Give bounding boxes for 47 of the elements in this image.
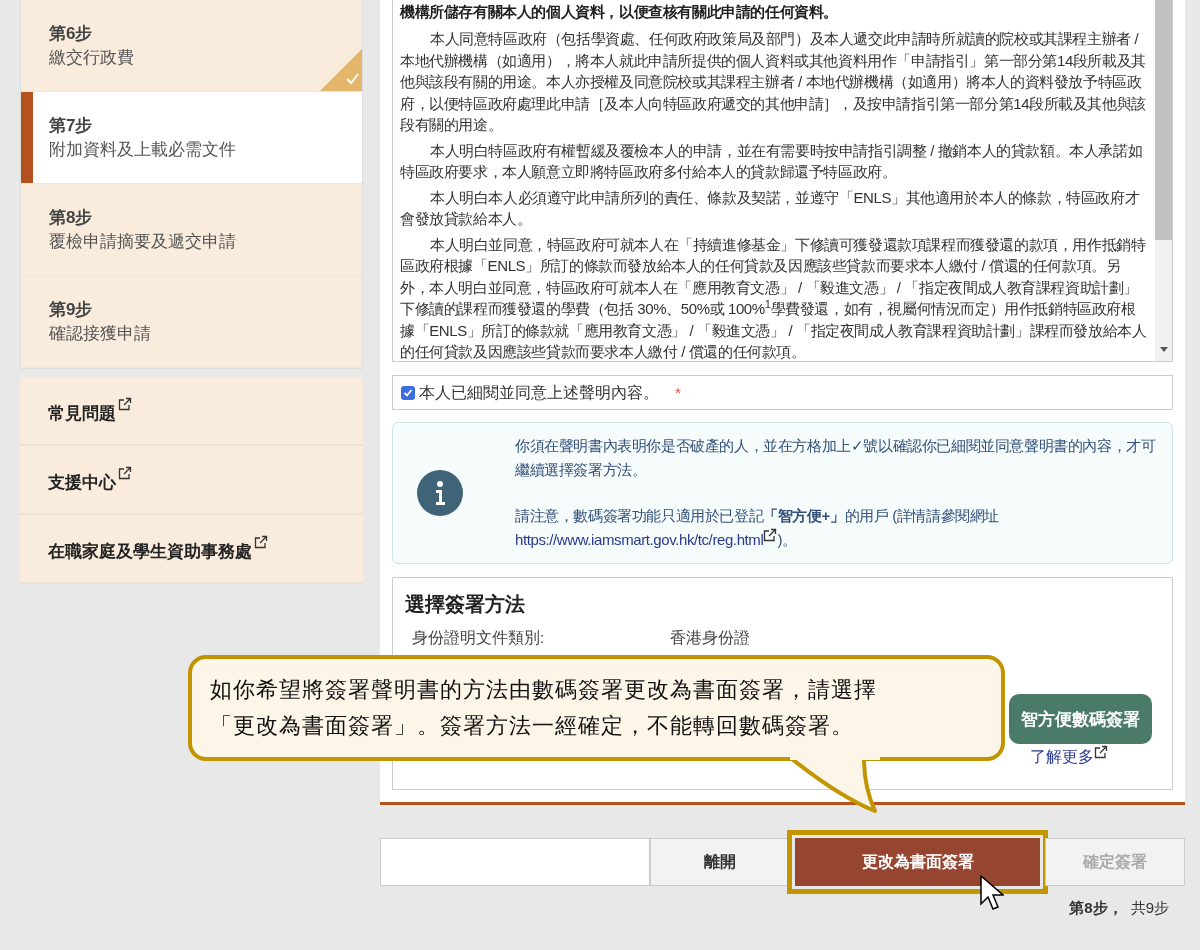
step-item[interactable]: 第7步 附加資料及上載必需文件 (21, 92, 362, 184)
signing-title: 選擇簽署方法 (405, 592, 526, 617)
cursor-icon (980, 875, 1004, 911)
sidebar-link[interactable]: 常見問題 (20, 377, 363, 446)
required-mark: * (675, 382, 682, 403)
declaration-paragraph: 本人明白並同意，特區政府可就本人在「持續進修基金」下修讀可獲發還款項課程而獲發還的款項，用作抵銷特區政府根據「ENLS」所訂的條款而發放給本人的任何貸款及因應該些貸款而要求本人繳付 / 償還的任何款項。另外，本人明白並同意，特區政府可就本人在「應用教育文憑」 / 「毅進文憑」 / 「指定夜間成人教育課程資助計劃」下修讀的課程而獲發還的學費（包括 30%、50%或 100%$^{1}$學費發還，如有，視屬何情況而定）用作抵銷特區政府根據「ENLS」所訂的條款就「應用教育文憑」 / 「毅進文憑」 / 「指定夜間成人教育課程資助計劃」課程而發放給本人的任何貸款及因應該些貸款而要求本人繳付 / 償還的任何款項。 (400, 234, 1147, 361)
declaration-heading: 機構所儲存有關本人的個人資料，以便查核有關此申請的任何資料。 (400, 2, 839, 22)
external-link-icon (118, 397, 132, 411)
external-link-icon (254, 535, 268, 549)
declaration-paragraph: 本人同意特區政府（包括學資處、任何政府政策局及部門）及本人遞交此申請時所就讀的院校或其課程主辦者 / 本地代辦機構（如適用），將本人就此申請所提供的個人資料或其他資料用作「申請指引」第一部分第14段所載及其他與該段有關的用途。本人亦授權及同意院校或其課程主辦者 / 本地代辦機構（如適用）將本人的資料發放予特區政府，以便特區政府處理此申請［及本人向特區政府遞交的其他申請］，及按申請指引第一部分第14段所載及其他與該段有關的用途。 (400, 29, 1147, 135)
notice-text: 你須在聲明書內表明你是否破產的人，並在方格加上✓號以確認你已細閱並同意聲明書的內容，才可繼續選擇簽署方法。 (515, 436, 1157, 480)
agreement-checkbox[interactable] (401, 385, 415, 400)
step-item[interactable]: 第9步 確認接獲申請 (21, 276, 362, 368)
agreement-checkbox-row[interactable]: 本人已細閱並同意上述聲明內容。 * (392, 375, 1173, 410)
learn-more-link[interactable]: 了解更多 (1030, 745, 1108, 769)
step-item[interactable]: 第6步 繳交行政費 (21, 0, 362, 92)
callout-text: 如你希望將簽署聲明書的方法由數碼簽署更改為書面簽署，請選擇 (210, 676, 877, 704)
scrollbar[interactable] (1155, 0, 1172, 361)
declaration-paragraph: 本人明白本人必須遵守此申請所列的責任、條款及契諾，並遵守「ENLS」其他適用於本人的條款，特區政府才會發放貸款給本人。 (400, 187, 1141, 229)
step-title: 繳交行政費 (49, 46, 135, 69)
sidebar-link[interactable]: 支援中心 (20, 446, 363, 515)
id-type-label: 身份證明文件類別: (412, 628, 546, 648)
id-type-value: 香港身份證 (670, 628, 750, 648)
declaration-paragraph: 本人明白特區政府有權暫緩及覆檢本人的申請，並在有需要時按申請指引調整 / 撤銷本人的貸款額。本人承諾如特區政府要求，本人願意立即將特區政府多付給本人的貸款歸還予特區政府。 (400, 140, 1144, 182)
scroll-down-icon[interactable] (1159, 347, 1168, 353)
external-link-icon (1094, 745, 1108, 760)
sidebar-link[interactable]: 在職家庭及學生資助事務處 (20, 515, 363, 584)
external-link-icon (763, 528, 778, 542)
action-button[interactable]: 離開 (650, 838, 790, 886)
step-title: 覆檢申請摘要及遞交申請 (49, 230, 237, 253)
current-step-label: 第8步， (1069, 898, 1123, 918)
iamsmart-link[interactable]: https://www.iamsmart.gov.hk/tc/reg.html (515, 528, 778, 552)
step-title: 確認接獲申請 (49, 322, 152, 345)
info-icon (417, 470, 463, 516)
step-number: 第9步 (49, 298, 94, 321)
external-link-icon (118, 466, 132, 480)
step-item[interactable]: 第8步 覆檢申請摘要及遞交申請 (21, 184, 362, 276)
step-number: 第8步 (49, 206, 94, 229)
callout-text: 「更改為書面簽署」。簽署方法一經確定，不能轉回數碼簽署。 (210, 712, 855, 740)
total-steps-label: 共9步 (1130, 898, 1169, 918)
digital-signing-button[interactable]: 智方便數碼簽署 (1009, 694, 1152, 745)
completed-check-icon (320, 49, 362, 91)
step-title: 附加資料及上載必需文件 (49, 138, 237, 161)
step-number: 第7步 (49, 114, 94, 137)
agreement-label: 本人已細閱並同意上述聲明內容。 (419, 382, 659, 403)
step-number: 第6步 (49, 22, 94, 45)
notice-text: 請注意，數碼簽署功能只適用於已登記「智方便+」的用戶 (詳情請參閱網址 https://www.iamsmart.gov.hk/tc/reg.html )。 (515, 504, 1160, 552)
